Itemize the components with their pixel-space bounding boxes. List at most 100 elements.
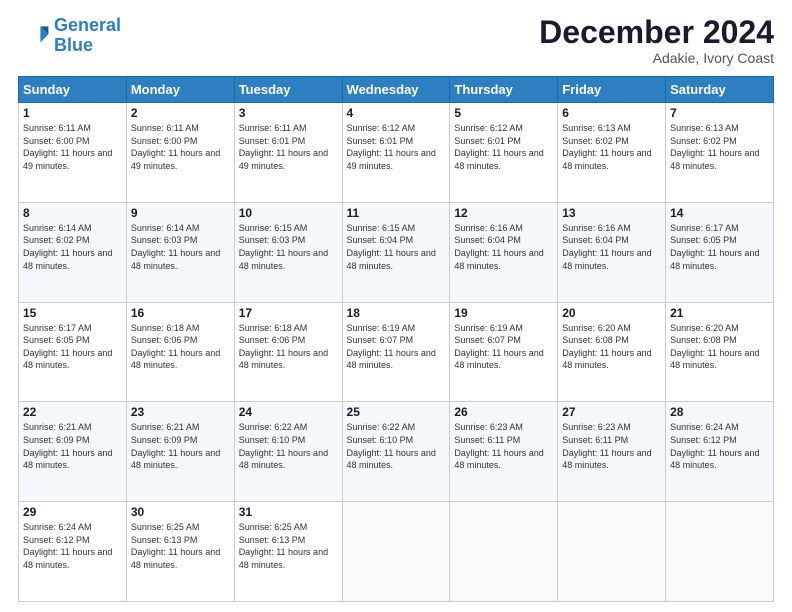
month-title: December 2024 (539, 16, 774, 48)
day-number: 25 (347, 405, 446, 419)
table-row: 11 Sunrise: 6:15 AMSunset: 6:04 PMDaylig… (342, 202, 450, 302)
day-info: Sunrise: 6:13 AMSunset: 6:02 PMDaylight:… (670, 123, 759, 171)
day-info: Sunrise: 6:23 AMSunset: 6:11 PMDaylight:… (454, 422, 543, 470)
day-info: Sunrise: 6:15 AMSunset: 6:03 PMDaylight:… (239, 223, 328, 271)
day-info: Sunrise: 6:22 AMSunset: 6:10 PMDaylight:… (239, 422, 328, 470)
day-number: 12 (454, 206, 553, 220)
table-row (342, 502, 450, 602)
table-row: 16 Sunrise: 6:18 AMSunset: 6:06 PMDaylig… (126, 302, 234, 402)
day-info: Sunrise: 6:11 AMSunset: 6:00 PMDaylight:… (131, 123, 220, 171)
col-saturday: Saturday (666, 77, 774, 103)
day-number: 11 (347, 206, 446, 220)
logo-text: General Blue (54, 16, 121, 56)
table-row: 31 Sunrise: 6:25 AMSunset: 6:13 PMDaylig… (234, 502, 342, 602)
day-number: 16 (131, 306, 230, 320)
day-info: Sunrise: 6:25 AMSunset: 6:13 PMDaylight:… (239, 522, 328, 570)
day-info: Sunrise: 6:14 AMSunset: 6:02 PMDaylight:… (23, 223, 112, 271)
table-row: 18 Sunrise: 6:19 AMSunset: 6:07 PMDaylig… (342, 302, 450, 402)
day-info: Sunrise: 6:17 AMSunset: 6:05 PMDaylight:… (23, 323, 112, 371)
day-number: 5 (454, 106, 553, 120)
day-info: Sunrise: 6:21 AMSunset: 6:09 PMDaylight:… (23, 422, 112, 470)
logo-icon (18, 20, 50, 52)
calendar-row-4: 22 Sunrise: 6:21 AMSunset: 6:09 PMDaylig… (19, 402, 774, 502)
day-number: 26 (454, 405, 553, 419)
day-info: Sunrise: 6:12 AMSunset: 6:01 PMDaylight:… (454, 123, 543, 171)
day-info: Sunrise: 6:15 AMSunset: 6:04 PMDaylight:… (347, 223, 436, 271)
table-row: 17 Sunrise: 6:18 AMSunset: 6:06 PMDaylig… (234, 302, 342, 402)
calendar-row-3: 15 Sunrise: 6:17 AMSunset: 6:05 PMDaylig… (19, 302, 774, 402)
table-row: 3 Sunrise: 6:11 AMSunset: 6:01 PMDayligh… (234, 103, 342, 203)
day-number: 14 (670, 206, 769, 220)
day-number: 30 (131, 505, 230, 519)
day-info: Sunrise: 6:25 AMSunset: 6:13 PMDaylight:… (131, 522, 220, 570)
day-info: Sunrise: 6:11 AMSunset: 6:01 PMDaylight:… (239, 123, 328, 171)
day-info: Sunrise: 6:16 AMSunset: 6:04 PMDaylight:… (562, 223, 651, 271)
day-number: 31 (239, 505, 338, 519)
day-info: Sunrise: 6:17 AMSunset: 6:05 PMDaylight:… (670, 223, 759, 271)
day-number: 27 (562, 405, 661, 419)
table-row: 2 Sunrise: 6:11 AMSunset: 6:00 PMDayligh… (126, 103, 234, 203)
table-row: 12 Sunrise: 6:16 AMSunset: 6:04 PMDaylig… (450, 202, 558, 302)
day-info: Sunrise: 6:19 AMSunset: 6:07 PMDaylight:… (347, 323, 436, 371)
table-row: 25 Sunrise: 6:22 AMSunset: 6:10 PMDaylig… (342, 402, 450, 502)
day-number: 2 (131, 106, 230, 120)
table-row (666, 502, 774, 602)
calendar-row-1: 1 Sunrise: 6:11 AMSunset: 6:00 PMDayligh… (19, 103, 774, 203)
day-number: 13 (562, 206, 661, 220)
table-row: 9 Sunrise: 6:14 AMSunset: 6:03 PMDayligh… (126, 202, 234, 302)
day-number: 18 (347, 306, 446, 320)
day-number: 1 (23, 106, 122, 120)
table-row: 5 Sunrise: 6:12 AMSunset: 6:01 PMDayligh… (450, 103, 558, 203)
day-number: 22 (23, 405, 122, 419)
day-number: 28 (670, 405, 769, 419)
day-info: Sunrise: 6:22 AMSunset: 6:10 PMDaylight:… (347, 422, 436, 470)
day-info: Sunrise: 6:24 AMSunset: 6:12 PMDaylight:… (23, 522, 112, 570)
table-row: 21 Sunrise: 6:20 AMSunset: 6:08 PMDaylig… (666, 302, 774, 402)
table-row (450, 502, 558, 602)
day-number: 23 (131, 405, 230, 419)
table-row: 19 Sunrise: 6:19 AMSunset: 6:07 PMDaylig… (450, 302, 558, 402)
calendar-row-2: 8 Sunrise: 6:14 AMSunset: 6:02 PMDayligh… (19, 202, 774, 302)
header-row: Sunday Monday Tuesday Wednesday Thursday… (19, 77, 774, 103)
logo: General Blue (18, 16, 121, 56)
day-number: 4 (347, 106, 446, 120)
day-number: 17 (239, 306, 338, 320)
table-row: 4 Sunrise: 6:12 AMSunset: 6:01 PMDayligh… (342, 103, 450, 203)
col-monday: Monday (126, 77, 234, 103)
col-sunday: Sunday (19, 77, 127, 103)
day-number: 3 (239, 106, 338, 120)
table-row: 1 Sunrise: 6:11 AMSunset: 6:00 PMDayligh… (19, 103, 127, 203)
calendar-table: Sunday Monday Tuesday Wednesday Thursday… (18, 76, 774, 602)
title-block: December 2024 Adakie, Ivory Coast (539, 16, 774, 66)
table-row: 27 Sunrise: 6:23 AMSunset: 6:11 PMDaylig… (558, 402, 666, 502)
col-wednesday: Wednesday (342, 77, 450, 103)
day-number: 7 (670, 106, 769, 120)
header: General Blue December 2024 Adakie, Ivory… (18, 16, 774, 66)
table-row: 28 Sunrise: 6:24 AMSunset: 6:12 PMDaylig… (666, 402, 774, 502)
day-number: 20 (562, 306, 661, 320)
day-info: Sunrise: 6:18 AMSunset: 6:06 PMDaylight:… (131, 323, 220, 371)
day-info: Sunrise: 6:21 AMSunset: 6:09 PMDaylight:… (131, 422, 220, 470)
day-info: Sunrise: 6:11 AMSunset: 6:00 PMDaylight:… (23, 123, 112, 171)
col-friday: Friday (558, 77, 666, 103)
location-subtitle: Adakie, Ivory Coast (539, 50, 774, 66)
table-row: 24 Sunrise: 6:22 AMSunset: 6:10 PMDaylig… (234, 402, 342, 502)
day-info: Sunrise: 6:12 AMSunset: 6:01 PMDaylight:… (347, 123, 436, 171)
day-info: Sunrise: 6:13 AMSunset: 6:02 PMDaylight:… (562, 123, 651, 171)
day-info: Sunrise: 6:20 AMSunset: 6:08 PMDaylight:… (562, 323, 651, 371)
table-row: 22 Sunrise: 6:21 AMSunset: 6:09 PMDaylig… (19, 402, 127, 502)
day-info: Sunrise: 6:23 AMSunset: 6:11 PMDaylight:… (562, 422, 651, 470)
day-number: 9 (131, 206, 230, 220)
table-row: 15 Sunrise: 6:17 AMSunset: 6:05 PMDaylig… (19, 302, 127, 402)
day-number: 10 (239, 206, 338, 220)
day-info: Sunrise: 6:20 AMSunset: 6:08 PMDaylight:… (670, 323, 759, 371)
day-number: 24 (239, 405, 338, 419)
day-info: Sunrise: 6:18 AMSunset: 6:06 PMDaylight:… (239, 323, 328, 371)
day-number: 19 (454, 306, 553, 320)
day-number: 6 (562, 106, 661, 120)
col-tuesday: Tuesday (234, 77, 342, 103)
table-row: 10 Sunrise: 6:15 AMSunset: 6:03 PMDaylig… (234, 202, 342, 302)
day-number: 21 (670, 306, 769, 320)
col-thursday: Thursday (450, 77, 558, 103)
table-row: 7 Sunrise: 6:13 AMSunset: 6:02 PMDayligh… (666, 103, 774, 203)
